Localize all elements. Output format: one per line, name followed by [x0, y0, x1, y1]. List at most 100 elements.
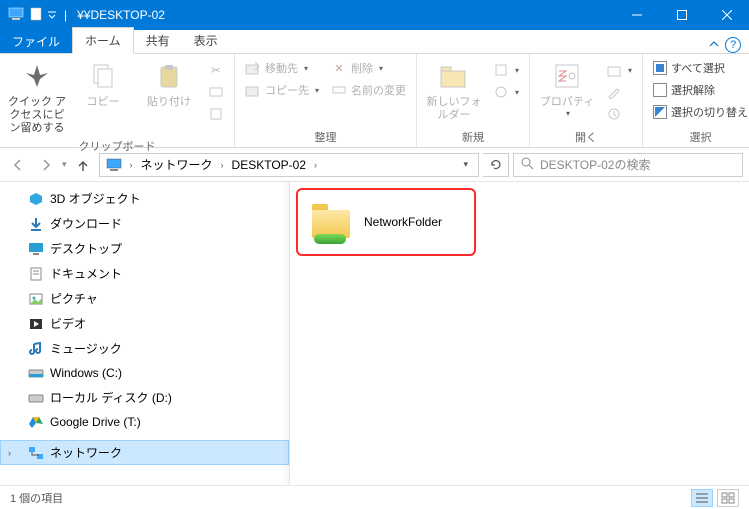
- address-root-icon[interactable]: [104, 158, 124, 172]
- title-bar: | ¥¥DESKTOP-02: [0, 0, 749, 30]
- tab-file[interactable]: ファイル: [0, 29, 72, 53]
- sidebar-item-label: Google Drive (T:): [50, 415, 141, 429]
- sidebar-item-label: 3D オブジェクト: [50, 190, 141, 207]
- open-with-button[interactable]: ▾: [602, 60, 636, 80]
- drive-icon: [28, 365, 44, 381]
- sidebar-item-pictures[interactable]: ピクチャ: [0, 286, 289, 311]
- search-box[interactable]: DESKTOP-02の検索: [513, 153, 743, 177]
- address-segment-network[interactable]: ネットワーク: [139, 156, 215, 173]
- copy-to-button[interactable]: コピー先▾: [241, 80, 323, 100]
- move-to-button[interactable]: 移動先▾: [241, 58, 323, 78]
- sidebar-item-downloads[interactable]: ダウンロード: [0, 211, 289, 236]
- content-pane[interactable]: NetworkFolder: [290, 182, 749, 485]
- pictures-icon: [28, 291, 44, 307]
- view-details-button[interactable]: [691, 489, 713, 507]
- network-icon: [28, 445, 44, 461]
- easy-access-button[interactable]: ▾: [489, 82, 523, 102]
- copy-label: コピー: [87, 96, 120, 109]
- open-icon: [606, 62, 622, 78]
- properties-label: プロパティ: [540, 96, 594, 109]
- select-all-label: すべて選択: [671, 60, 725, 76]
- copy-to-label: コピー先: [265, 82, 309, 98]
- rename-button[interactable]: 名前の変更: [327, 80, 410, 100]
- sidebar-item-desktop[interactable]: デスクトップ: [0, 236, 289, 261]
- new-item-button[interactable]: ▾: [489, 60, 523, 80]
- navigation-pane[interactable]: 3D オブジェクト ダウンロード デスクトップ ドキュメント ピクチャ ビデオ …: [0, 182, 290, 485]
- sidebar-item-videos[interactable]: ビデオ: [0, 311, 289, 336]
- music-icon: [28, 341, 44, 357]
- delete-button[interactable]: ✕ 削除▾: [327, 58, 410, 78]
- nav-up-button[interactable]: [71, 153, 95, 177]
- cut-icon: ✂: [208, 62, 224, 78]
- invert-selection-button[interactable]: 選択の切り替え: [649, 102, 749, 122]
- new-folder-button[interactable]: 新しいフォルダー: [423, 58, 485, 122]
- select-none-button[interactable]: 選択解除: [649, 80, 749, 100]
- help-button[interactable]: ?: [725, 37, 741, 53]
- paste-button[interactable]: 貼り付け: [138, 58, 200, 109]
- paste-label: 貼り付け: [147, 96, 191, 109]
- select-none-label: 選択解除: [671, 82, 715, 98]
- sidebar-item-label: ローカル ディスク (D:): [50, 389, 172, 406]
- copy-path-icon: [208, 84, 224, 100]
- history-button[interactable]: [602, 104, 636, 124]
- history-icon: [606, 106, 622, 122]
- google-drive-icon: [28, 414, 44, 430]
- new-item-icon: [493, 62, 509, 78]
- expand-toggle-icon[interactable]: ›: [8, 448, 11, 458]
- select-all-button[interactable]: すべて選択: [649, 58, 749, 78]
- view-large-icons-button[interactable]: [717, 489, 739, 507]
- sidebar-item-network[interactable]: › ネットワーク: [0, 440, 289, 465]
- maximize-button[interactable]: [659, 0, 704, 30]
- refresh-button[interactable]: [483, 153, 509, 177]
- qat-dropdown-icon[interactable]: [48, 8, 56, 22]
- minimize-button[interactable]: [614, 0, 659, 30]
- delete-icon: ✕: [331, 60, 347, 76]
- tab-home[interactable]: ホーム: [72, 27, 134, 54]
- edit-button[interactable]: [602, 82, 636, 102]
- pin-icon: [21, 60, 53, 92]
- properties-icon: [551, 60, 583, 92]
- address-chevron[interactable]: ›: [126, 160, 137, 170]
- annotation-highlight: NetworkFolder: [296, 188, 476, 256]
- close-button[interactable]: [704, 0, 749, 30]
- documents-icon: [28, 266, 44, 282]
- copy-button[interactable]: コピー: [72, 58, 134, 109]
- address-chevron[interactable]: ›: [217, 160, 228, 170]
- quick-access-toolbar: |: [0, 7, 67, 24]
- sidebar-item-google-drive[interactable]: Google Drive (T:): [0, 410, 289, 434]
- ribbon-tab-bar: ファイル ホーム 共有 表示 ?: [0, 30, 749, 54]
- status-bar: 1 個の項目: [0, 485, 749, 509]
- ribbon-collapse-icon[interactable]: [709, 38, 719, 52]
- pin-to-quick-access-button[interactable]: クイック アクセスにピン留めする: [6, 58, 68, 136]
- item-label: NetworkFolder: [364, 215, 442, 229]
- delete-label: 削除: [351, 60, 373, 76]
- sidebar-item-music[interactable]: ミュージック: [0, 336, 289, 361]
- address-chevron[interactable]: ›: [310, 160, 321, 170]
- paste-shortcut-button[interactable]: [204, 104, 228, 124]
- group-label-organize: 整理: [241, 127, 410, 145]
- sidebar-item-drive-c[interactable]: Windows (C:): [0, 361, 289, 385]
- tab-share[interactable]: 共有: [134, 28, 182, 53]
- address-segment-host[interactable]: DESKTOP-02: [230, 158, 308, 172]
- address-dropdown-icon[interactable]: ▾: [457, 159, 474, 170]
- ribbon-group-organize: 移動先▾ コピー先▾ ✕ 削除▾ 名前の変更 整理: [235, 54, 417, 147]
- sidebar-item-drive-d[interactable]: ローカル ディスク (D:): [0, 385, 289, 410]
- nav-back-button[interactable]: [6, 153, 30, 177]
- group-label-new: 新規: [423, 127, 523, 145]
- cut-button[interactable]: ✂: [204, 60, 228, 80]
- sidebar-item-3d-objects[interactable]: 3D オブジェクト: [0, 186, 289, 211]
- copy-path-button[interactable]: [204, 82, 228, 102]
- item-network-folder[interactable]: NetworkFolder: [312, 202, 492, 242]
- main-area: 3D オブジェクト ダウンロード デスクトップ ドキュメント ピクチャ ビデオ …: [0, 182, 749, 485]
- sidebar-item-label: ミュージック: [50, 340, 122, 357]
- group-label-open: 開く: [536, 127, 636, 145]
- sidebar-item-documents[interactable]: ドキュメント: [0, 261, 289, 286]
- address-bar[interactable]: › ネットワーク › DESKTOP-02 › ▾: [99, 153, 479, 177]
- copy-to-icon: [245, 82, 261, 98]
- scrollbar[interactable]: [281, 182, 289, 485]
- sidebar-item-label: デスクトップ: [50, 240, 122, 257]
- nav-forward-button[interactable]: [34, 153, 58, 177]
- nav-recent-dropdown[interactable]: ▾: [62, 159, 67, 170]
- tab-view[interactable]: 表示: [182, 28, 230, 53]
- properties-button[interactable]: プロパティ ▾: [536, 58, 598, 119]
